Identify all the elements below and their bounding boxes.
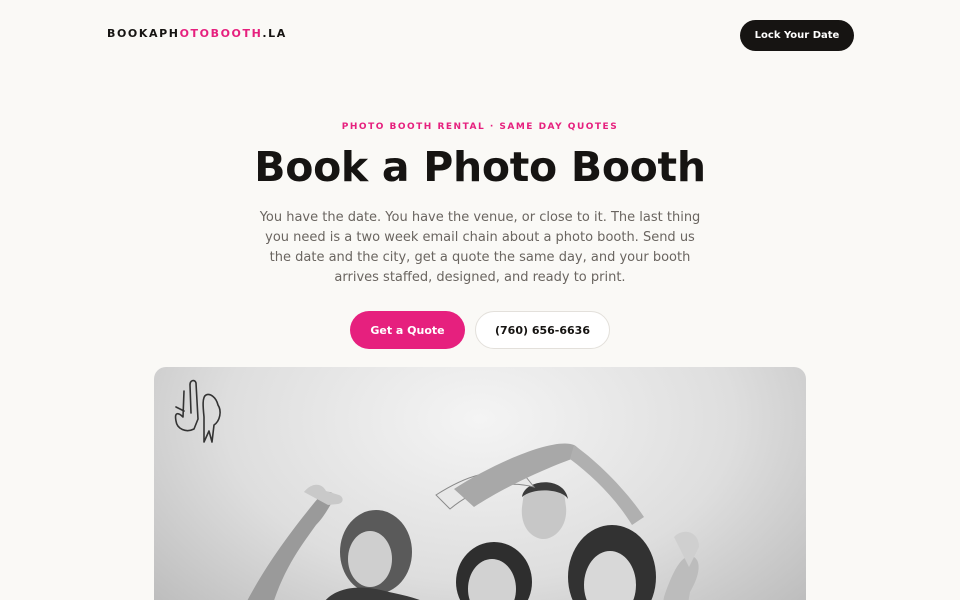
logo-text-accent: OTOBOOTH xyxy=(179,27,263,40)
hero-photo xyxy=(154,367,806,600)
lock-your-date-button[interactable]: Lock Your Date xyxy=(740,20,854,51)
site-logo[interactable]: BOOKAPHOTOBOOTH.LA xyxy=(107,27,287,40)
hero-eyebrow: PHOTO BOOTH RENTAL · SAME DAY QUOTES xyxy=(341,122,619,132)
site-header: BOOKAPHOTOBOOTH.LA Lock Your Date xyxy=(0,0,960,70)
hero-description: You have the date. You have the venue, o… xyxy=(259,210,701,285)
photo-booth-guests-image xyxy=(174,379,699,600)
logo-text-start: BOOKAPH xyxy=(107,27,180,40)
phone-button[interactable]: (760) 656-6636 xyxy=(475,311,610,349)
get-quote-button[interactable]: Get a Quote xyxy=(350,311,465,349)
logo-text-end: .LA xyxy=(262,27,287,40)
people-illustration xyxy=(247,443,699,600)
page-title: Book a Photo Booth xyxy=(254,143,706,191)
hand-sign-la-icon xyxy=(174,379,221,443)
